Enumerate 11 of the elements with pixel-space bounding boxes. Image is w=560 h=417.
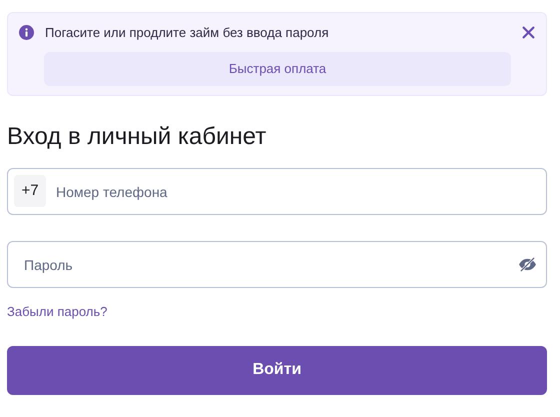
- forgot-password-link[interactable]: Забыли пароль?: [7, 302, 108, 322]
- close-icon: [522, 26, 534, 40]
- page-title: Вход в личный кабинет: [7, 122, 268, 152]
- country-code: +7: [14, 175, 46, 207]
- eye-slash-icon[interactable]: [518, 257, 537, 272]
- close-button[interactable]: [520, 24, 536, 41]
- login-button[interactable]: Войти: [7, 346, 547, 394]
- notice-text: Погасите или продлите займ без ввода пароля: [45, 24, 329, 42]
- password-field[interactable]: Пароль: [7, 241, 547, 288]
- info-icon: [19, 25, 34, 40]
- quick-pay-button[interactable]: Быстрая оплата: [44, 52, 511, 86]
